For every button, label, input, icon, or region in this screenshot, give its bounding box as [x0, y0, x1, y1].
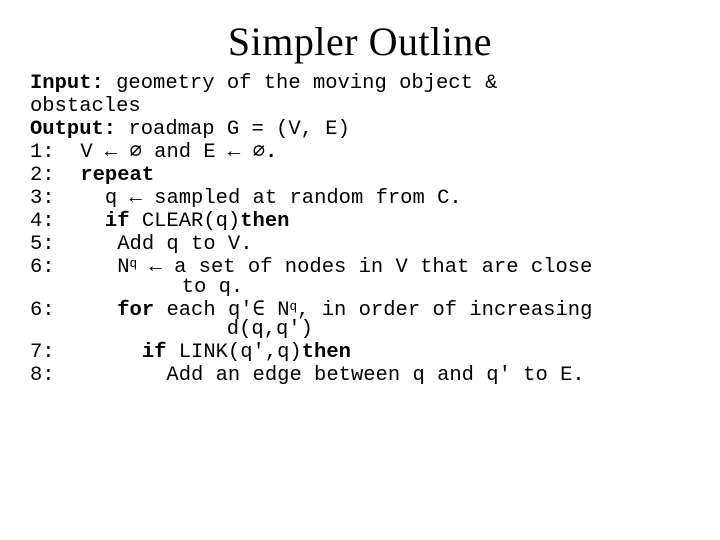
step-6b-label: 6: — [30, 300, 68, 323]
step-6b-body-d: , in order of increasing — [297, 300, 592, 323]
step-6a-cont: to q. — [182, 277, 244, 300]
step-6a-label: 6: — [30, 257, 68, 280]
step-4-label: 4: — [30, 211, 68, 234]
step-4: 4: if CLEAR(q)then — [30, 211, 690, 234]
step-6a-sub: q — [130, 257, 138, 271]
step-5-label: 5: — [30, 234, 68, 257]
step-6b: 6: for each q'∈ Nq, in order of increasi… — [30, 300, 690, 323]
step-7-body-b: if — [142, 342, 179, 365]
step-3-body-b: ← — [130, 188, 142, 211]
step-4-body-c: CLEAR(q) — [142, 211, 240, 234]
step-4-body-d: then — [240, 211, 289, 234]
step-6b-sub: q — [290, 300, 298, 314]
step-2-label: 2: — [30, 165, 68, 188]
step-1-body-b: . — [265, 142, 277, 165]
step-5: 5: Add q to V. — [30, 234, 690, 257]
step-3-label: 3: — [30, 188, 68, 211]
step-3-body-c: sampled at random from C. — [142, 188, 462, 211]
step-7-label: 7: — [30, 342, 68, 365]
step-6a-body-a: N — [68, 257, 130, 280]
step-4-body-a — [68, 211, 105, 234]
input-label: Input: — [30, 73, 104, 96]
step-7-body-c: LINK(q',q) — [179, 342, 302, 365]
input-cont: obstacles — [30, 96, 141, 119]
step-3: 3: q ← sampled at random from C. — [30, 188, 690, 211]
step-1-label: 1: — [30, 142, 68, 165]
output-text: roadmap G = (V, E) — [116, 119, 350, 142]
step-4-body-b: if — [105, 211, 142, 234]
step-8: 8: Add an edge between q and q' to E. — [30, 365, 690, 388]
step-6b-body-a — [68, 300, 117, 323]
output-line: Output: roadmap G = (V, E) — [30, 119, 690, 142]
step-2-body: repeat — [68, 165, 154, 188]
step-6a-body-b: ← — [137, 257, 174, 280]
page-title: Simpler Outline — [30, 18, 690, 65]
step-3-body-a: q — [68, 188, 130, 211]
step-7-body-a — [68, 342, 142, 365]
step-7-body-d: then — [302, 342, 351, 365]
step-6b-cont: d(q,q') — [227, 319, 313, 342]
input-text: geometry of the moving object & — [104, 73, 498, 96]
algorithm-block: Input: geometry of the moving object & o… — [30, 73, 690, 388]
step-8-label: 8: — [30, 365, 68, 388]
step-6a-continuation: to q. — [30, 277, 690, 300]
output-label: Output: — [30, 119, 116, 142]
step-6b-body-b: for — [117, 300, 166, 323]
step-5-body: Add q to V. — [68, 234, 253, 257]
step-6b-continuation: d(q,q') — [30, 319, 690, 342]
input-line: Input: geometry of the moving object & — [30, 73, 690, 96]
step-7: 7: if LINK(q',q)then — [30, 342, 690, 365]
step-6a: 6: Nq ← a set of nodes in V that are clo… — [30, 257, 690, 280]
step-1-body-a: V ← ∅ and E ← ∅ — [68, 142, 265, 165]
input-continuation: obstacles — [30, 96, 690, 119]
step-8-body: Add an edge between q and q' to E. — [68, 365, 585, 388]
step-2: 2: repeat — [30, 165, 690, 188]
step-1: 1: V ← ∅ and E ← ∅. — [30, 142, 690, 165]
